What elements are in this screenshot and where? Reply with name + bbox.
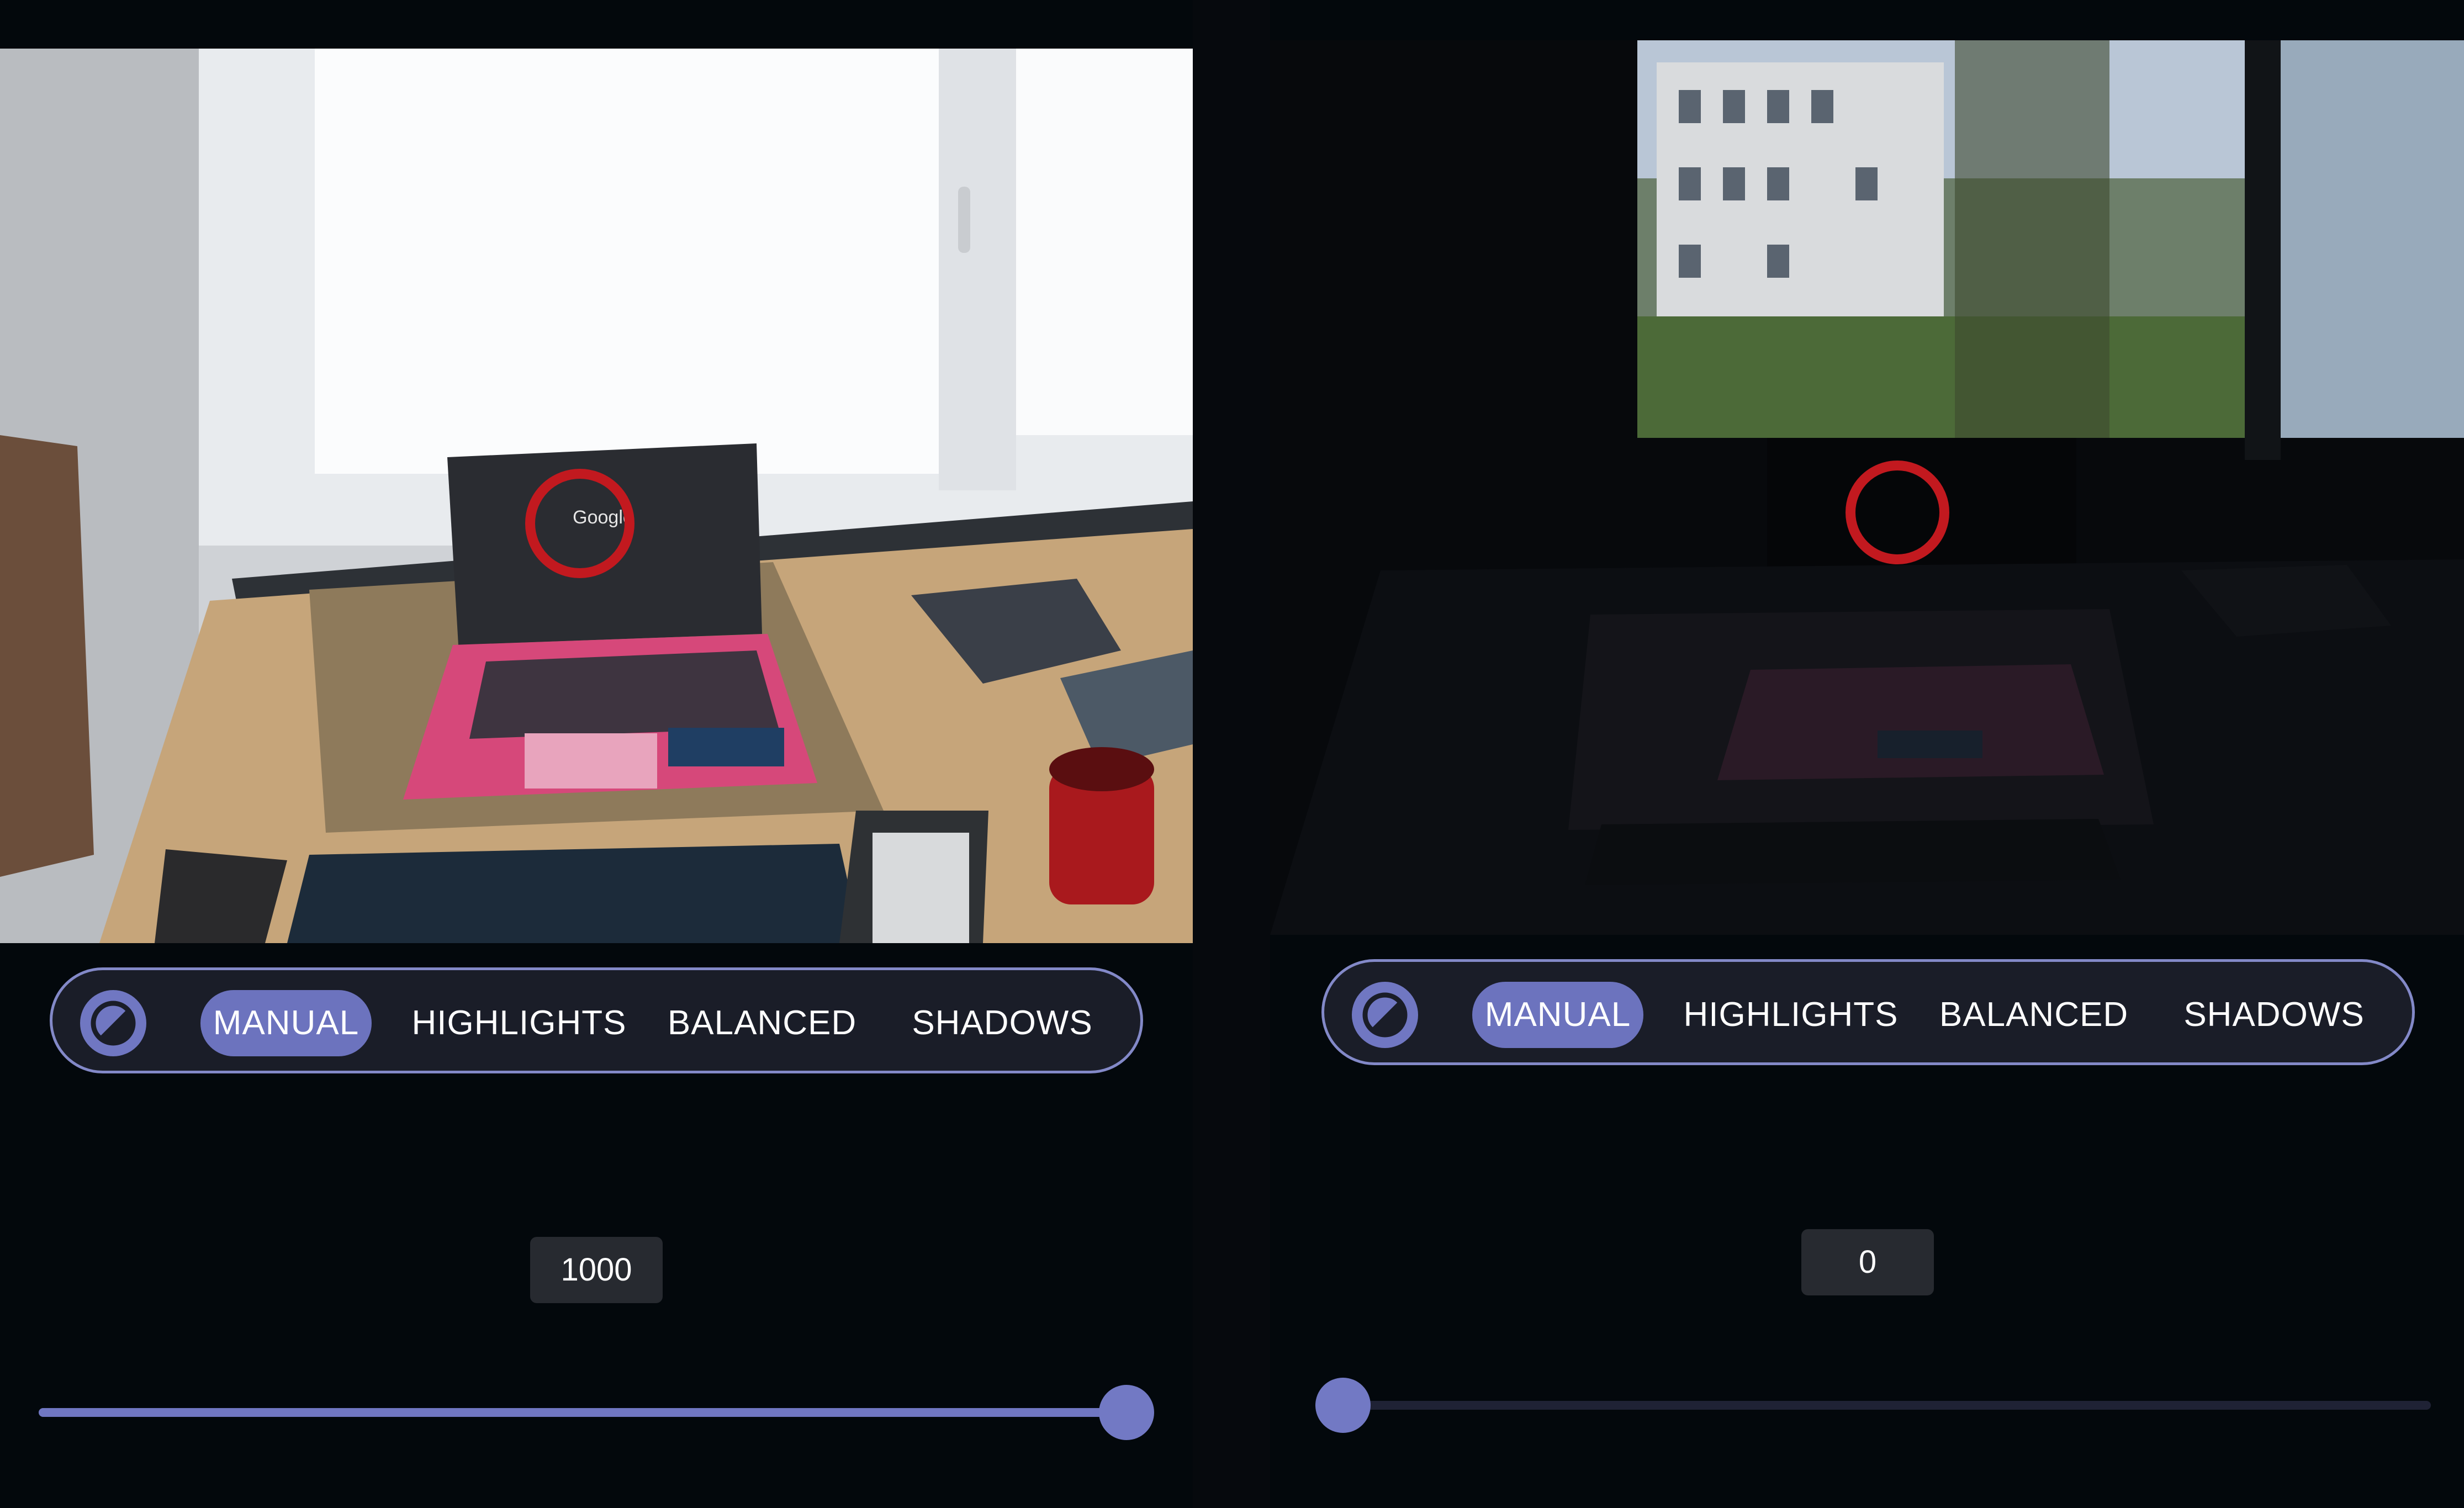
camera-panel-right: MANUAL HIGHLIGHTS BALANCED SHADOWS 0	[1270, 0, 2464, 1508]
mode-option-balanced[interactable]: BALANCED	[660, 990, 864, 1056]
camera-panel-left: Google MANUAL HIGHLIGHTS BALANCED SHADOW…	[0, 0, 1193, 1508]
camera-preview[interactable]	[1270, 40, 2464, 935]
exposure-slider[interactable]	[39, 1385, 1154, 1440]
metering-mode-bar: MANUAL HIGHLIGHTS BALANCED SHADOWS	[50, 967, 1143, 1073]
mode-option-manual[interactable]: MANUAL	[1472, 982, 1643, 1048]
exposure-value-display: 1000	[530, 1237, 663, 1303]
mode-option-balanced[interactable]: BALANCED	[1932, 982, 2136, 1048]
exposure-icon[interactable]	[1352, 982, 1418, 1048]
exposure-icon[interactable]	[80, 990, 146, 1056]
camera-preview-image: Google	[0, 49, 1193, 943]
mode-option-shadows[interactable]: SHADOWS	[2180, 982, 2368, 1048]
exposure-value-display: 0	[1801, 1229, 1934, 1295]
camera-preview-image	[1270, 40, 2464, 935]
mode-option-highlights[interactable]: HIGHLIGHTS	[411, 990, 627, 1056]
camera-preview[interactable]: Google	[0, 49, 1193, 943]
metering-mode-bar: MANUAL HIGHLIGHTS BALANCED SHADOWS	[1321, 959, 2415, 1065]
slider-thumb[interactable]	[1315, 1378, 1371, 1433]
slider-fill	[39, 1408, 1127, 1417]
exposure-slider[interactable]	[1315, 1378, 2431, 1433]
slider-thumb[interactable]	[1099, 1385, 1154, 1440]
mode-option-highlights[interactable]: HIGHLIGHTS	[1683, 982, 1899, 1048]
slider-track	[1315, 1401, 2431, 1410]
mode-option-shadows[interactable]: SHADOWS	[908, 990, 1096, 1056]
panel-divider	[1193, 0, 1270, 1508]
mode-option-manual[interactable]: MANUAL	[200, 990, 372, 1056]
